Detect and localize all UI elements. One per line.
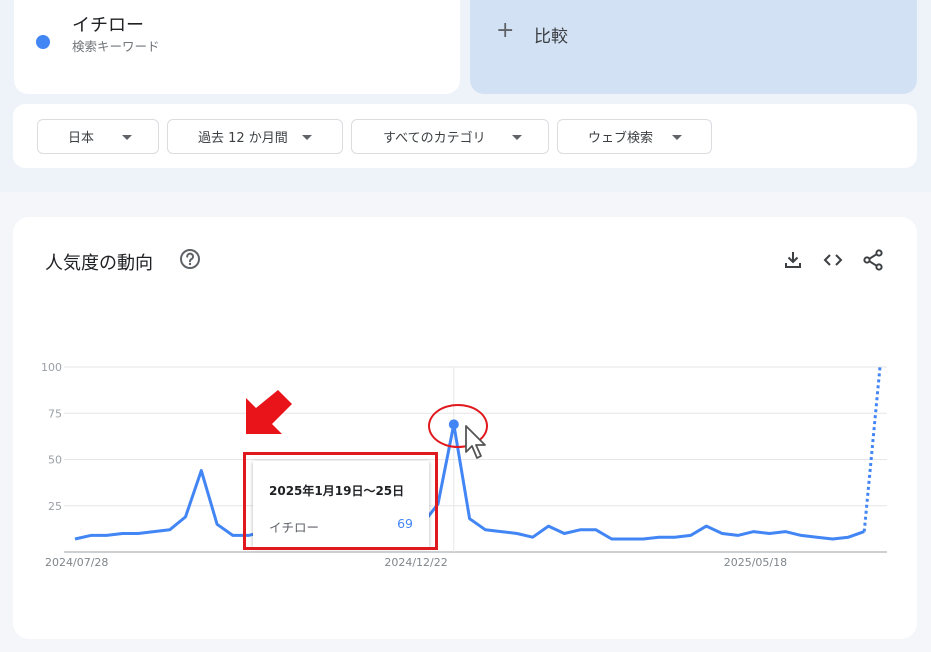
trend-line-chart: 25 50 75 100 2024/07/28 2024/12/22 2025/05/18 [41,361,887,569]
y-tick-label: 75 [48,407,62,420]
annotation-highlight-box [243,452,438,550]
mouse-pointer-icon [465,425,486,459]
y-tick-label: 100 [41,361,62,374]
annotation-arrow-icon [246,390,292,434]
y-tick-label: 50 [48,454,62,467]
x-tick-label: 2024/07/28 [45,556,108,569]
series-partial-segment [862,366,882,532]
x-tick-label: 2025/05/18 [724,556,787,569]
x-tick-label: 2024/12/22 [384,556,447,569]
y-tick-label: 25 [48,500,62,513]
